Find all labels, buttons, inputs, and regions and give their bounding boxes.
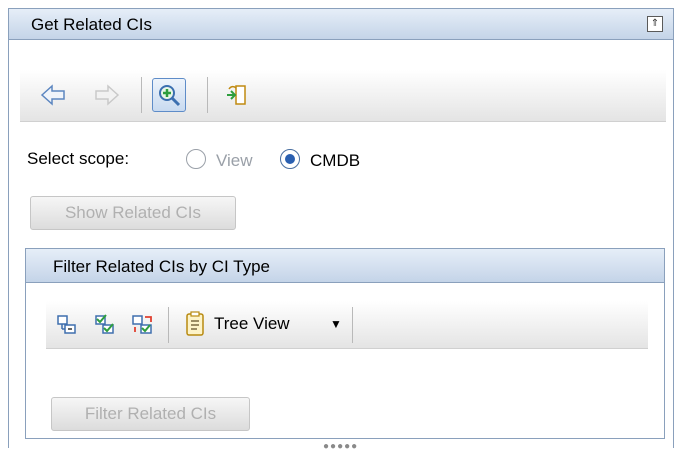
invert-selection-icon[interactable] [128,310,158,340]
filter-panel-header: Filter Related CIs by CI Type [26,249,664,283]
double-chevron-up-icon[interactable]: ⇑ [647,16,663,32]
tree-view-icon[interactable] [180,309,210,339]
show-related-cis-button[interactable]: Show Related CIs [30,196,236,230]
export-icon[interactable] [222,80,252,110]
toolbar-separator [168,307,169,343]
select-all-icon[interactable] [90,310,120,340]
filter-panel: Filter Related CIs by CI Type Tree View … [25,248,665,439]
resize-grip[interactable]: ●●●●● [323,441,358,452]
scope-view-label: View [216,151,253,170]
chevron-down-icon[interactable]: ▼ [330,314,342,334]
scope-cmdb-radio[interactable] [280,149,300,169]
filter-panel-title: Filter Related CIs by CI Type [53,257,270,276]
back-arrow-icon[interactable] [38,80,68,110]
filter-toolbar: Tree View ▼ [46,301,648,349]
panel-header[interactable]: Get Related CIs ⇑ [9,8,673,40]
tree-view-dropdown[interactable]: Tree View [214,314,290,334]
find-related-icon[interactable] [152,78,186,112]
scope-label: Select scope: [27,149,130,168]
collapse-tree-icon[interactable] [52,310,82,340]
scope-cmdb-label: CMDB [310,151,361,170]
scope-view-radio[interactable] [186,149,206,169]
toolbar-separator [207,77,208,113]
navigation-toolbar [20,70,666,122]
toolbar-separator [141,77,142,113]
filter-related-cis-button[interactable]: Filter Related CIs [51,397,250,431]
panel-title: Get Related CIs [31,15,152,34]
forward-arrow-icon [92,80,122,110]
toolbar-separator [352,307,353,343]
